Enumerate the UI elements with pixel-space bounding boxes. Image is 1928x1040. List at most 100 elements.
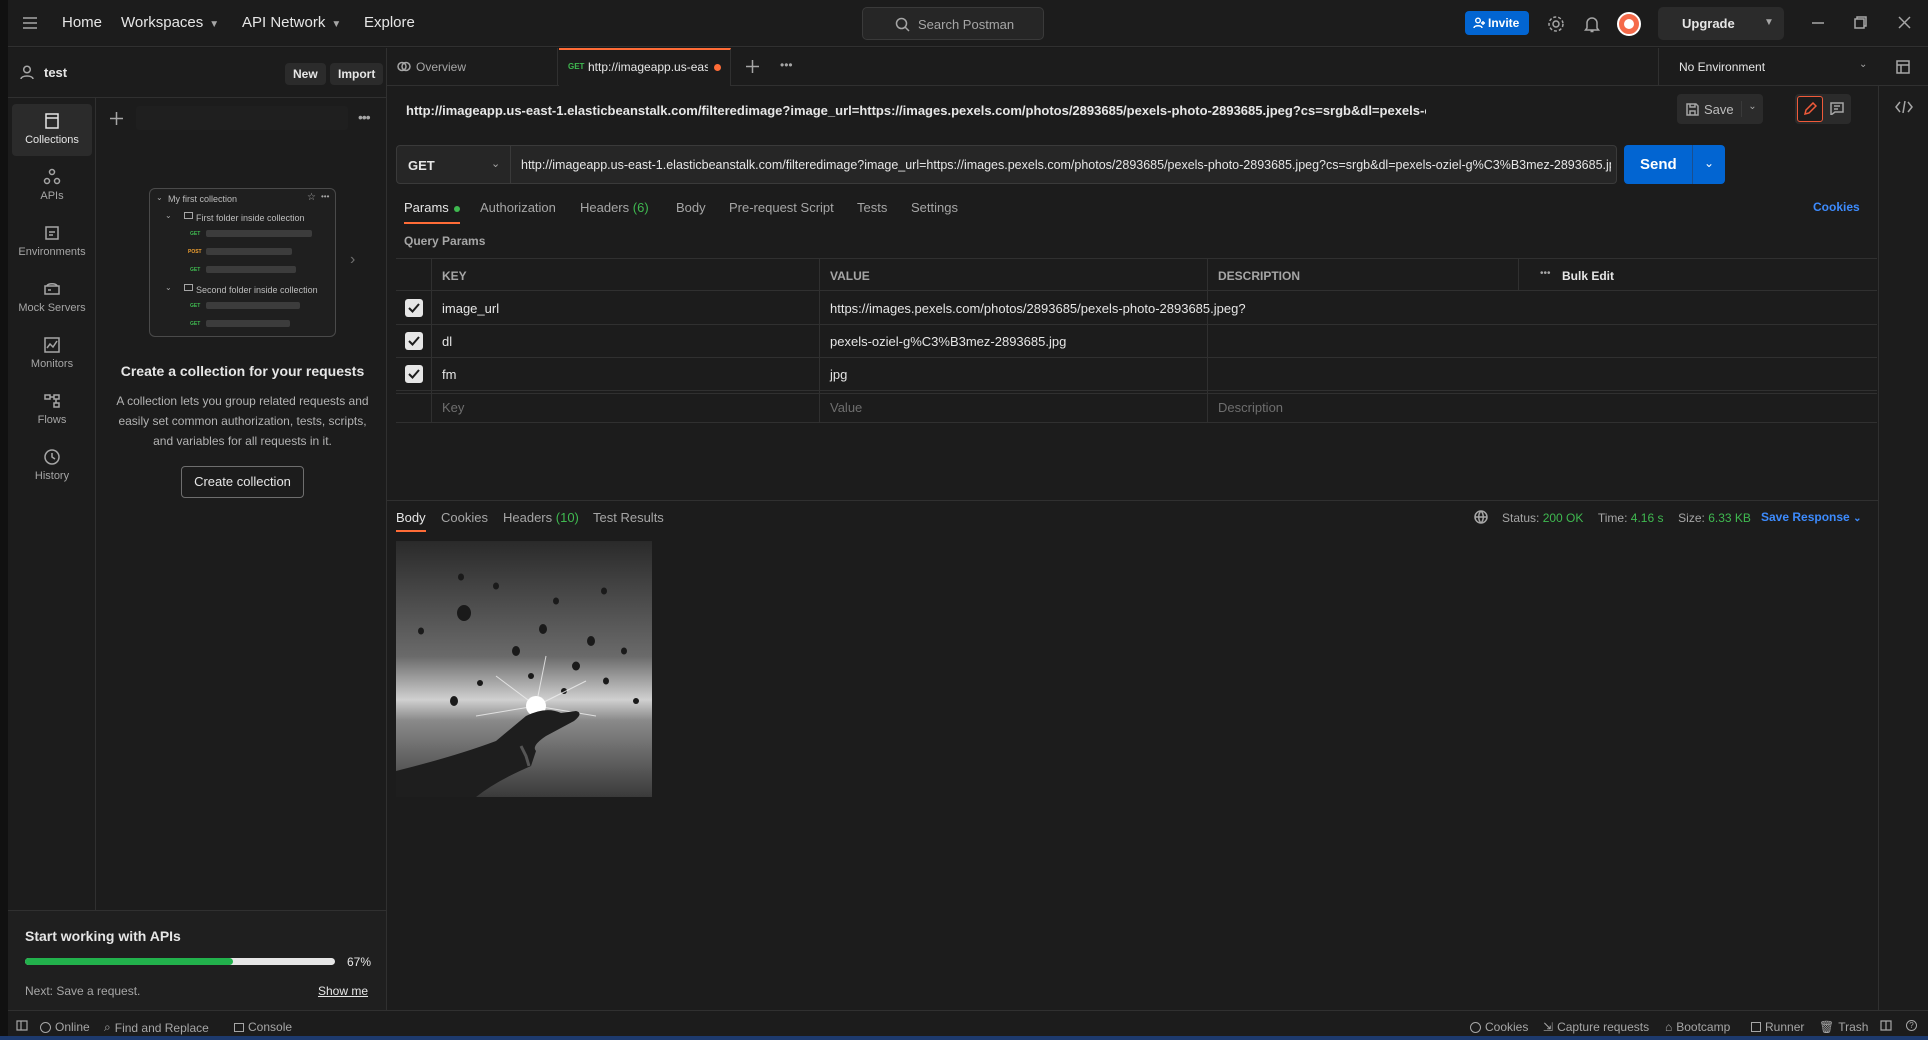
tab-headers[interactable]: Headers (6) — [580, 200, 649, 215]
code-icon[interactable] — [1895, 101, 1913, 113]
sidebar-item-flows[interactable]: Flows — [12, 384, 92, 436]
collection-search-input[interactable] — [136, 106, 348, 130]
cookies-button[interactable]: Cookies — [1470, 1020, 1528, 1034]
invite-label: Invite — [1488, 16, 1520, 30]
restore-icon[interactable] — [1854, 16, 1867, 29]
chevron-down-icon[interactable]: ⌄ — [1692, 145, 1725, 184]
capture-requests-button[interactable]: ⇲ Capture requests — [1543, 1020, 1649, 1034]
response-tab-test-results[interactable]: Test Results — [593, 510, 664, 525]
workspace-name[interactable]: test — [44, 65, 67, 80]
table-row: image_url https://images.pexels.com/phot… — [396, 292, 1877, 325]
cookies-label: Cookies — [1485, 1020, 1529, 1034]
bootcamp-button[interactable]: ⌂ Bootcamp — [1665, 1020, 1730, 1034]
show-me-link[interactable]: Show me — [318, 984, 368, 998]
documentation-icon[interactable] — [1830, 102, 1844, 115]
nav-explore[interactable]: Explore — [364, 14, 415, 31]
toggle-sidebar-icon[interactable] — [16, 1020, 28, 1031]
table-options-icon[interactable]: ••• — [1540, 268, 1551, 279]
param-value[interactable]: pexels-oziel-g%C3%B3mez-2893685.jpg — [830, 334, 1066, 349]
monitors-icon — [43, 336, 61, 354]
console-icon — [234, 1022, 244, 1032]
send-button[interactable]: Send ⌄ — [1624, 145, 1725, 184]
save-button[interactable]: Save ⌄ — [1677, 94, 1763, 124]
avatar[interactable] — [1617, 12, 1641, 36]
params-header-row: KEY VALUE DESCRIPTION ••• Bulk Edit — [396, 259, 1877, 291]
minimize-icon[interactable] — [1812, 22, 1824, 24]
tab-pre-request-script[interactable]: Pre-request Script — [729, 200, 834, 215]
param-key[interactable]: dl — [442, 334, 452, 349]
trash-button[interactable]: 🗑 Trash — [1819, 1020, 1868, 1034]
request-title[interactable]: http://imageapp.us-east-1.elasticbeansta… — [406, 103, 1426, 118]
new-description-input[interactable]: Description — [1218, 400, 1283, 415]
nav-api-network[interactable]: API Network ▼ — [242, 14, 341, 31]
gear-icon[interactable] — [1547, 15, 1565, 33]
sidebar-item-collections[interactable]: Collections — [12, 104, 92, 156]
invite-button[interactable]: Invite — [1465, 11, 1529, 35]
tab-overview[interactable]: Overview — [387, 48, 558, 85]
window-edge — [0, 0, 8, 1040]
sidebar-item-apis[interactable]: APIs — [12, 160, 92, 212]
sidebar-item-mock-servers[interactable]: Mock Servers — [12, 272, 92, 324]
sidebar-item-environments[interactable]: Environments — [12, 216, 92, 268]
upgrade-button[interactable]: Upgrade ▼ — [1658, 7, 1784, 40]
online-status[interactable]: Online — [40, 1020, 90, 1034]
progress-fill — [25, 958, 233, 965]
tab-active-request[interactable]: GET http://imageapp.us-eas — [559, 48, 731, 86]
param-checkbox[interactable] — [405, 299, 423, 317]
param-key[interactable]: fm — [442, 367, 456, 382]
time-value[interactable]: 4.16 s — [1631, 511, 1664, 525]
user-icon — [20, 65, 34, 80]
menu-icon[interactable] — [22, 16, 38, 30]
console-button[interactable]: Console — [234, 1020, 292, 1034]
sidebar-item-monitors[interactable]: Monitors — [12, 328, 92, 380]
help-icon[interactable]: ? — [1906, 1020, 1917, 1031]
nav-workspaces[interactable]: Workspaces ▼ — [121, 14, 219, 31]
close-icon[interactable] — [1898, 16, 1911, 29]
tab-options-icon[interactable]: ••• — [780, 58, 793, 72]
create-collection-button[interactable]: Create collection — [181, 466, 304, 498]
tab-params-label: Params — [404, 200, 449, 215]
save-response-button[interactable]: Save Response ⌄ — [1761, 510, 1861, 524]
param-checkbox[interactable] — [405, 365, 423, 383]
new-button[interactable]: New — [285, 63, 326, 85]
import-button[interactable]: Import — [330, 63, 384, 85]
plus-icon[interactable] — [110, 112, 123, 125]
response-headers-count: (10) — [555, 510, 579, 525]
param-key[interactable]: image_url — [442, 301, 499, 316]
environment-quick-look-icon[interactable] — [1895, 59, 1911, 75]
illustration-folder2: Second folder inside collection — [196, 285, 318, 295]
url-input[interactable]: http://imageapp.us-east-1.elasticbeansta… — [511, 145, 1617, 184]
more-options-icon[interactable]: ••• — [358, 109, 371, 125]
response-tab-headers[interactable]: Headers (10) — [503, 510, 579, 525]
response-tab-body[interactable]: Body — [396, 510, 426, 532]
runner-button[interactable]: Runner — [1751, 1020, 1804, 1034]
globe-icon[interactable] — [1474, 510, 1488, 524]
runner-icon — [1751, 1022, 1761, 1032]
response-tab-cookies[interactable]: Cookies — [441, 510, 488, 525]
param-value[interactable]: https://images.pexels.com/photos/2893685… — [830, 301, 1246, 316]
tab-tests[interactable]: Tests — [857, 200, 887, 215]
new-tab-icon[interactable] — [746, 60, 759, 73]
tab-settings[interactable]: Settings — [911, 200, 958, 215]
find-replace-button[interactable]: ⌕ Find and Replace — [104, 1020, 209, 1035]
environment-select[interactable]: No Environment ⌄ — [1658, 48, 1880, 85]
method-select[interactable]: GET ⌄ — [396, 145, 511, 184]
new-key-input[interactable]: Key — [442, 400, 464, 415]
cookies-link[interactable]: Cookies — [1813, 200, 1860, 214]
bulk-edit-button[interactable]: Bulk Edit — [1562, 269, 1614, 283]
size-value[interactable]: 6.33 KB — [1708, 511, 1751, 525]
new-value-input[interactable]: Value — [830, 400, 862, 415]
edit-mode-button[interactable] — [1797, 96, 1823, 122]
tab-authorization[interactable]: Authorization — [480, 200, 556, 215]
nav-home[interactable]: Home — [62, 14, 102, 31]
two-pane-icon[interactable] — [1880, 1020, 1892, 1031]
tab-params[interactable]: Params — [404, 200, 461, 224]
param-checkbox[interactable] — [405, 332, 423, 350]
search-input[interactable]: Search Postman — [862, 7, 1044, 40]
capture-label: Capture requests — [1557, 1020, 1650, 1034]
bell-icon[interactable] — [1584, 15, 1600, 33]
tab-body[interactable]: Body — [676, 200, 706, 215]
param-value[interactable]: jpg — [830, 367, 847, 382]
status-value[interactable]: 200 OK — [1543, 511, 1584, 525]
sidebar-item-history[interactable]: History — [12, 440, 92, 492]
